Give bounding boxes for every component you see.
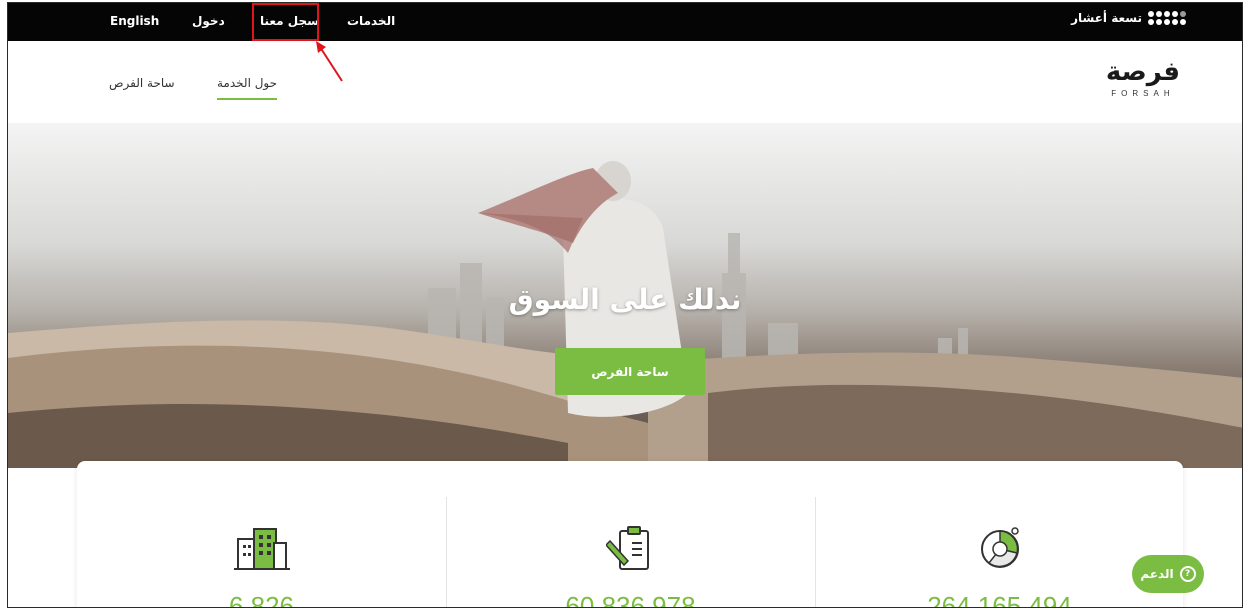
- buildings-icon: [233, 528, 290, 570]
- stats-card: 6 826 60 836 978 264 165 494: [77, 461, 1184, 608]
- nav-about[interactable]: حول الخدمة: [217, 76, 278, 100]
- brand-text: تسعة أعشار: [1071, 11, 1142, 25]
- tasaa-ashar-brand[interactable]: تسعة أعشار: [1071, 11, 1186, 25]
- logo-english: FORSAH: [1111, 89, 1175, 98]
- stat-clipboard: 60 836 978: [446, 461, 815, 608]
- opportunities-button[interactable]: ساحة الفرص: [555, 348, 705, 395]
- highlight-box: [252, 3, 319, 41]
- stat-value: 264 165 494: [927, 591, 1072, 608]
- support-label: الدعم: [1140, 567, 1174, 581]
- forsah-logo[interactable]: فرصة FORSAH: [1106, 59, 1180, 98]
- nav-opportunities[interactable]: ساحة الفرص: [109, 76, 175, 90]
- login-link[interactable]: دخول: [192, 14, 225, 28]
- top-bar: English دخول سجل معنا الخدمات تسعة أعشار: [8, 3, 1242, 41]
- pie-chart-icon: [980, 527, 1019, 568]
- logo-arabic: فرصة: [1105, 57, 1180, 87]
- hero-title: ندلك على السوق: [508, 283, 742, 316]
- red-arrow-icon: [316, 41, 343, 82]
- stat-value: 6 826: [228, 591, 295, 608]
- support-button[interactable]: الدعم ?: [1132, 555, 1204, 593]
- site-header: فرصة FORSAH حول الخدمة ساحة الفرص: [8, 41, 1242, 123]
- stat-value: 60 836 978: [565, 591, 696, 608]
- stat-buildings: 6 826: [77, 461, 446, 608]
- hero-banner: ندلك على السوق ساحة الفرص: [8, 123, 1242, 468]
- clipboard-icon: [605, 526, 649, 570]
- services-link[interactable]: الخدمات: [347, 14, 395, 28]
- help-icon: ?: [1179, 566, 1196, 582]
- browser-frame: English دخول سجل معنا الخدمات تسعة أعشار…: [7, 2, 1243, 608]
- brand-dots-icon: [1148, 11, 1186, 25]
- stat-chart: 264 165 494: [815, 461, 1184, 608]
- english-link[interactable]: English: [110, 14, 159, 28]
